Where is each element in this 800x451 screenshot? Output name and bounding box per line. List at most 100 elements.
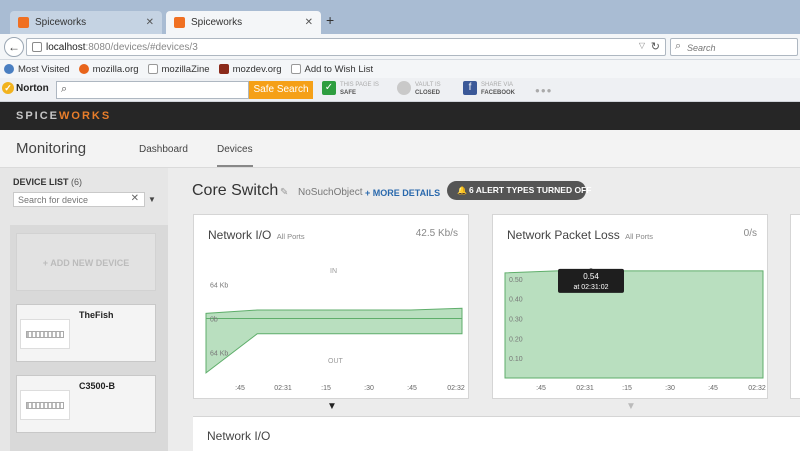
- more-options-icon[interactable]: ●●●: [535, 86, 553, 95]
- tooltip-time: at 02:31:02: [573, 284, 608, 291]
- logo-prefix: SPICE: [16, 110, 60, 122]
- share-facebook[interactable]: f SHARE VIA FACEBOOK: [463, 81, 515, 97]
- page-safety-status[interactable]: ✓ THIS PAGE IS SAFE: [322, 81, 379, 97]
- y-tick-label: 0.40: [509, 297, 523, 304]
- browser-search-box[interactable]: ⌕: [670, 38, 798, 56]
- network-packet-loss-card[interactable]: Network Packet Loss All Ports 0/s 0.10 0.…: [492, 214, 768, 399]
- device-snmp-value: NoSuchObject: [298, 187, 363, 198]
- page-status-value: SAFE: [340, 90, 357, 96]
- y-tick-label: 0.20: [509, 336, 523, 343]
- search-icon: ⌕: [61, 83, 68, 95]
- next-card-edge: [790, 214, 800, 399]
- navigation-toolbar: ← localhost:8080/devices/#devices/3 ▽ ↻ …: [0, 34, 800, 60]
- bookmark-label: mozillaZine: [161, 63, 210, 75]
- tab-dashboard[interactable]: Dashboard: [139, 144, 188, 155]
- network-io-chart: 64 Kb 0b 64 Kb IN OUT:45 02:31:15:30:45 02:32: [205, 268, 465, 392]
- add-new-device-button[interactable]: + ADD NEW DEVICE: [16, 233, 156, 291]
- packet-loss-area: [504, 270, 764, 379]
- norton-logo[interactable]: ✓ Norton: [2, 82, 49, 94]
- switch-device-icon: [20, 390, 70, 420]
- device-card-thefish[interactable]: TheFish: [16, 304, 156, 362]
- bookmark-mozilla-org[interactable]: mozilla.org: [78, 63, 139, 75]
- device-search-input[interactable]: [14, 193, 122, 206]
- url-bar[interactable]: localhost:8080/devices/#devices/3 ▽ ↻: [26, 38, 666, 56]
- bookmark-label: mozilla.org: [92, 63, 139, 75]
- x-tick-label: :45: [407, 385, 417, 392]
- bookmark-most-visited[interactable]: Most Visited: [4, 64, 70, 75]
- tooltip-value: 0.54: [583, 272, 599, 281]
- y-tick-label: 0b: [210, 317, 218, 324]
- spiceworks-logo[interactable]: SPICEWORKS: [16, 110, 111, 122]
- device-detail-panel: Core Switch ✎ NoSuchObject + MORE DETAIL…: [168, 168, 800, 451]
- url-host: localhost: [46, 42, 86, 53]
- bookmarks-toolbar: Most Visited mozilla.org mozillaZine moz…: [0, 60, 800, 78]
- url-path: :8080/devices/#devices/3: [85, 42, 198, 53]
- alert-types-text: 6 ALERT TYPES TURNED OFF: [468, 185, 592, 195]
- device-search-box: ✕: [13, 192, 145, 207]
- vault-icon: [397, 81, 411, 95]
- y-tick-label: 64 Kb: [210, 351, 228, 358]
- y-tick-label: 0.10: [509, 356, 523, 363]
- share-value: FACEBOOK: [481, 90, 516, 96]
- device-name: C3500-B: [79, 381, 116, 391]
- mozdev-icon: [218, 64, 229, 74]
- device-list: + ADD NEW DEVICE TheFish C3500-B: [10, 225, 168, 451]
- url-text: localhost:8080/devices/#devices/3: [46, 42, 198, 53]
- card-title: Network I/O: [207, 429, 271, 443]
- x-tick-label: 02:31: [274, 385, 292, 392]
- browser-tabstrip: Spiceworks ✕ Spiceworks ✕ +: [0, 0, 800, 34]
- vault-status[interactable]: VAULT IS CLOSED: [397, 81, 441, 97]
- spiceworks-favicon-icon: [174, 17, 185, 28]
- back-arrow-icon: ←: [8, 40, 20, 54]
- bookmark-add-to-wish-list[interactable]: Add to Wish List: [290, 63, 374, 75]
- vault-value: CLOSED: [415, 90, 441, 96]
- annotation-out: OUT: [328, 358, 344, 365]
- clear-search-icon[interactable]: ✕: [131, 193, 139, 204]
- alert-types-badge[interactable]: 🔔 6 ALERT TYPES TURNED OFF: [447, 181, 591, 200]
- tab-devices[interactable]: Devices: [217, 144, 253, 167]
- back-button[interactable]: ←: [4, 37, 24, 57]
- reload-icon[interactable]: ↻: [651, 40, 660, 53]
- shield-check-icon: ✓: [322, 81, 336, 95]
- device-list-title: DEVICE LIST (6): [13, 177, 82, 187]
- bookmark-mozillazine[interactable]: mozillaZine: [147, 63, 210, 75]
- page-status-label: THIS PAGE IS: [340, 82, 379, 88]
- page-icon: [290, 64, 301, 74]
- selected-card-indicator-icon: ▼: [327, 401, 337, 412]
- bookmark-label: Add to Wish List: [304, 63, 374, 75]
- bell-icon: 🔔: [457, 186, 467, 195]
- browser-search-input[interactable]: [687, 41, 792, 54]
- y-tick-label: 0.50: [509, 277, 523, 284]
- device-card-c3500-b[interactable]: C3500-B: [16, 375, 156, 433]
- browser-tab-2[interactable]: Spiceworks ✕: [166, 11, 321, 34]
- search-icon: ⌕: [675, 40, 682, 52]
- url-dropdown-icon[interactable]: ▽: [639, 41, 645, 50]
- norton-search-input[interactable]: ⌕: [56, 81, 249, 99]
- page-identity-icon: [32, 42, 42, 52]
- x-tick-label: :45: [235, 385, 245, 392]
- x-tick-label: :30: [665, 385, 675, 392]
- spiceworks-favicon-icon: [18, 17, 29, 28]
- close-tab-icon[interactable]: ✕: [305, 17, 313, 28]
- y-tick-label: 64 Kb: [210, 283, 228, 290]
- device-list-label: DEVICE LIST: [13, 177, 69, 187]
- new-tab-button[interactable]: +: [326, 12, 334, 28]
- device-list-sidebar: DEVICE LIST (6) ✕ ▼ + ADD NEW DEVICE The…: [0, 168, 168, 451]
- switch-device-icon: [20, 319, 70, 349]
- x-tick-label: 02:32: [447, 385, 465, 392]
- bookmark-mozdev-org[interactable]: mozdev.org: [218, 64, 282, 75]
- edit-pencil-icon[interactable]: ✎: [280, 187, 288, 198]
- x-tick-label: :45: [708, 385, 718, 392]
- app-header: SPICEWORKS: [0, 102, 800, 130]
- close-tab-icon[interactable]: ✕: [146, 17, 154, 28]
- norton-logo-text: Norton: [16, 82, 49, 94]
- safe-search-button[interactable]: Safe Search: [249, 81, 313, 99]
- x-tick-label: :45: [536, 385, 546, 392]
- network-io-detail-card[interactable]: Network I/O: [193, 416, 800, 451]
- more-details-link[interactable]: + MORE DETAILS: [365, 188, 440, 198]
- search-filter-dropdown-icon[interactable]: ▼: [148, 195, 156, 204]
- packet-loss-chart: 0.10 0.20 0.30 0.40 0.50:45 02:31:15:30:45 02:…: [504, 268, 766, 392]
- browser-tab-1[interactable]: Spiceworks ✕: [10, 11, 162, 34]
- vault-label: VAULT IS: [415, 82, 441, 88]
- network-io-card[interactable]: Network I/O All Ports 42.5 Kb/s 64 Kb 0b 6…: [193, 214, 469, 399]
